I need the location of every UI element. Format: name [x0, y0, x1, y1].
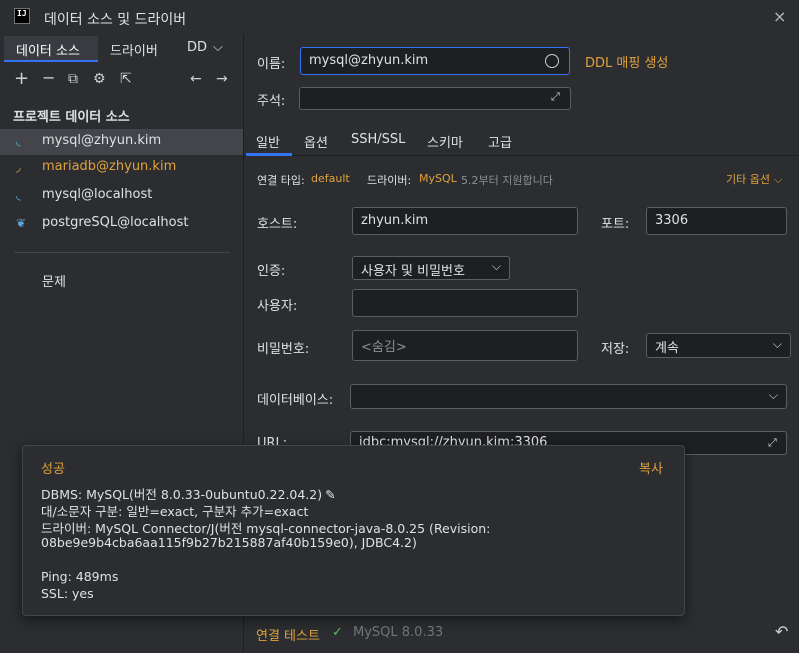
driver-note: 5.2부터 지원합니다 — [461, 174, 553, 187]
host-value: zhyun.kim — [361, 213, 429, 228]
test-connection-link[interactable]: 연결 테스트 — [256, 625, 320, 644]
port-value: 3306 — [655, 213, 689, 228]
expand-icon[interactable]: ⤢ — [551, 90, 560, 104]
name-label: 이름: — [257, 57, 286, 72]
comment-label: 주석: — [257, 94, 286, 109]
problems-item[interactable]: 문제 — [42, 271, 66, 290]
expand-icon[interactable]: ⤢ — [768, 436, 777, 450]
postgresql-elephant-icon: ❦ — [16, 216, 27, 230]
password-input[interactable]: <숨김> — [352, 330, 578, 361]
tab-general[interactable]: 일반 — [256, 132, 280, 151]
revert-icon[interactable]: ↶ — [775, 622, 788, 641]
auth-value: 사용자 및 비밀번호 — [361, 264, 465, 279]
tab-schemas[interactable]: 스키마 — [427, 132, 463, 151]
datasource-label: mariadb@zhyun.kim — [42, 159, 177, 174]
driver-link[interactable]: MySQL — [419, 172, 457, 185]
close-icon[interactable]: × — [773, 7, 786, 26]
test-connection-popup: 성공 복사 DBMS: MySQL(버전 8.0.33-0ubuntu0.22.… — [22, 445, 685, 616]
datasource-label: postgreSQL@localhost — [42, 215, 189, 230]
copy-icon[interactable]: ⧉ — [68, 71, 78, 87]
datasource-item[interactable]: postgreSQL@localhost — [0, 211, 243, 237]
mysql-dolphin-icon: ◟ — [16, 188, 21, 202]
tab-ssh-ssl[interactable]: SSH/SSL — [351, 132, 405, 147]
save-label: 저장: — [601, 342, 630, 357]
connection-type-link[interactable]: default — [311, 172, 350, 185]
settings-icon[interactable]: ⚙ — [93, 71, 106, 87]
host-label: 호스트: — [257, 217, 298, 232]
mysql-dolphin-icon: ◟ — [16, 134, 21, 148]
database-label: 데이터베이스: — [257, 393, 334, 408]
auth-select[interactable]: 사용자 및 비밀번호 ⌵ — [352, 256, 510, 280]
section-title: 프로젝트 데이터 소스 — [13, 110, 130, 125]
popup-line: Ping: 489ms — [41, 569, 119, 584]
user-label: 사용자: — [257, 299, 298, 314]
datasource-item[interactable]: mariadb@zhyun.kim — [0, 155, 243, 181]
host-input[interactable]: zhyun.kim — [352, 207, 578, 235]
remove-icon[interactable]: − — [42, 68, 55, 87]
intellij-logo-icon: IJ — [14, 8, 30, 24]
datasource-item[interactable]: mysql@zhyun.kim — [0, 129, 243, 155]
save-select[interactable]: 계속 ⌵ — [646, 333, 791, 358]
tab-options[interactable]: 옵션 — [304, 132, 328, 151]
datasource-label: mysql@zhyun.kim — [42, 133, 162, 148]
tab-drivers[interactable]: 드라이버 — [110, 36, 158, 62]
more-options-label: 기타 옵션 — [726, 173, 770, 186]
user-input[interactable] — [352, 289, 578, 317]
pencil-icon[interactable]: ✎ — [325, 487, 335, 502]
check-icon: ✓ — [332, 625, 343, 640]
database-select[interactable]: ⌵ — [350, 384, 787, 409]
password-label: 비밀번호: — [257, 342, 310, 357]
popup-line: SSL: yes — [41, 586, 94, 601]
connection-type-label: 연결 타입: — [257, 174, 305, 187]
more-options-link[interactable]: 기타 옵션 ⌵ — [726, 171, 782, 187]
copy-link[interactable]: 복사 — [639, 458, 663, 477]
color-circle-icon[interactable] — [545, 54, 559, 68]
test-result: MySQL 8.0.33 — [353, 625, 444, 640]
tab-selected-indicator — [246, 153, 292, 156]
port-input[interactable]: 3306 — [646, 207, 787, 235]
save-value: 계속 — [655, 341, 679, 356]
datasource-label: mysql@localhost — [42, 187, 153, 202]
chevron-down-icon: ⌵ — [491, 259, 501, 273]
datasource-item[interactable]: mysql@localhost — [0, 183, 243, 209]
tab-data-sources[interactable]: 데이터 소스 — [4, 36, 98, 62]
popup-line-text: DBMS: MySQL(버전 8.0.33-0ubuntu0.22.04.2) — [41, 487, 323, 502]
chevron-down-icon: ⌵ — [773, 173, 783, 186]
name-input[interactable]: mysql@zhyun.kim — [300, 47, 570, 75]
forward-icon[interactable]: → — [216, 71, 228, 87]
driver-label: 드라이버: — [367, 174, 412, 187]
export-icon[interactable]: ⇱ — [120, 71, 132, 87]
window-title: 데이터 소스 및 드라이버 — [44, 12, 187, 28]
comment-input[interactable] — [299, 87, 571, 110]
sidebar-divider — [14, 252, 230, 253]
ddl-mapping-link[interactable]: DDL 매핑 생성 — [585, 52, 668, 71]
auth-label: 인증: — [257, 264, 286, 279]
tabs-divider — [243, 155, 799, 156]
mariadb-seal-icon: ◞ — [16, 160, 21, 174]
chevron-down-icon: ⌵ — [772, 337, 782, 351]
chevron-down-icon: ⌵ — [213, 40, 223, 55]
back-icon[interactable]: ← — [190, 71, 202, 87]
tab-ddl[interactable]: DD ⌵ — [187, 36, 223, 62]
popup-line: 08be9e9b4cba6aa115f9b27b215887af40b159e0… — [41, 535, 417, 550]
password-placeholder: <숨김> — [361, 340, 407, 355]
name-value: mysql@zhyun.kim — [309, 53, 429, 68]
port-label: 포트: — [601, 217, 630, 232]
status-title: 성공 — [41, 462, 65, 477]
chevron-down-icon: ⌵ — [768, 388, 778, 402]
tab-advanced[interactable]: 고급 — [488, 132, 512, 151]
tab-ddl-label: DD — [187, 40, 208, 55]
add-icon[interactable]: + — [14, 68, 29, 89]
